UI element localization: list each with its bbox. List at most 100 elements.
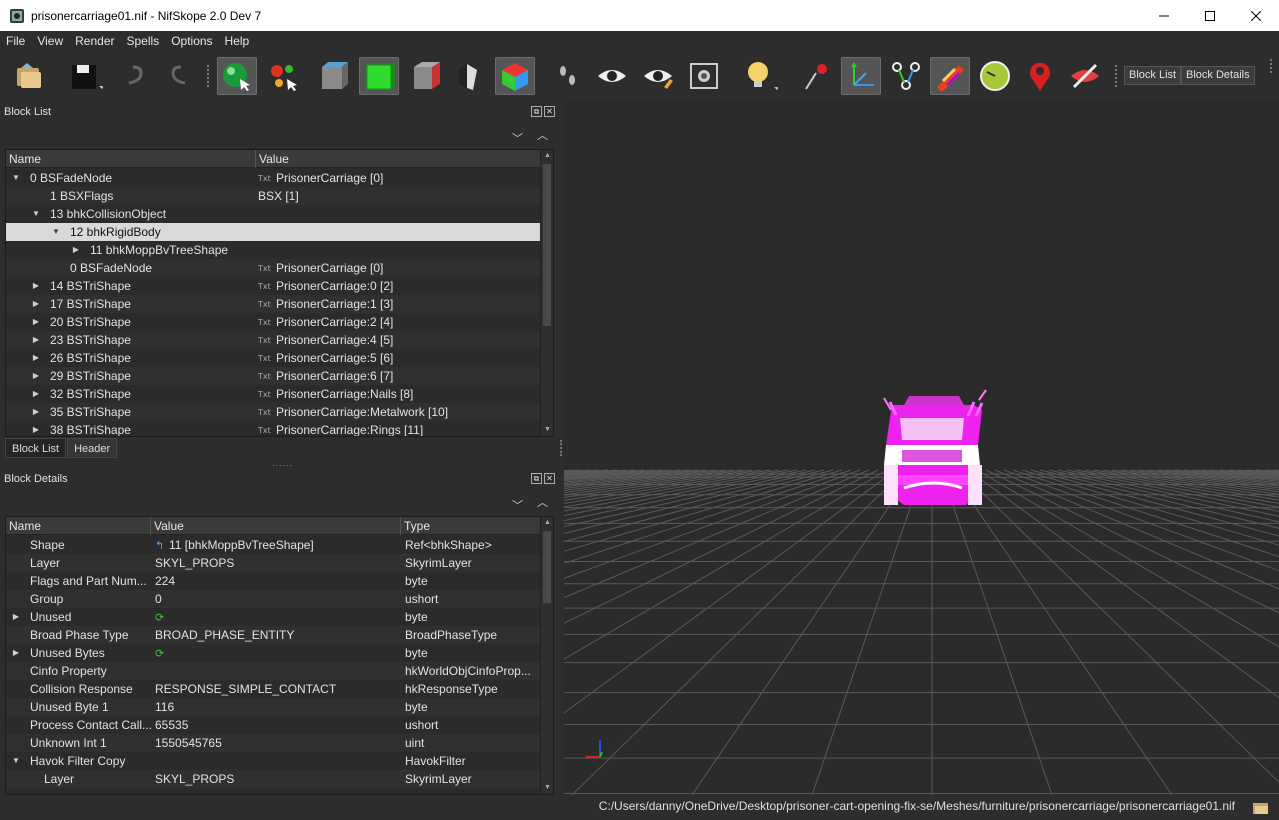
- minimize-button[interactable]: [1141, 0, 1187, 31]
- block-list-row[interactable]: ▼ 0 BSFadeNode Txt PrisonerCarriage [0]: [6, 169, 541, 187]
- menu-help[interactable]: Help: [219, 31, 256, 51]
- expand-details-icon[interactable]: ︿: [537, 494, 548, 510]
- block-list-row[interactable]: ▼ 12 bhkRigidBody: [6, 223, 541, 241]
- toolbar-overflow-handle[interactable]: [1270, 59, 1274, 73]
- show-furniture-button[interactable]: [975, 57, 1015, 95]
- column-header-type[interactable]: Type: [401, 517, 541, 535]
- show-hidden-button[interactable]: [592, 57, 632, 95]
- detail-value[interactable]: 1550545765: [155, 734, 400, 752]
- expand-arrow-right-icon[interactable]: ▶: [11, 644, 21, 662]
- expand-arrow-down-icon[interactable]: ▼: [51, 223, 61, 241]
- block-list-row[interactable]: ▶ 29 BSTriShape Txt PrisonerCarriage:6 [7]: [6, 367, 541, 385]
- block-list-tree[interactable]: Name Value ▼ 0 BSFadeNode Txt PrisonerCarri…: [5, 149, 554, 437]
- detail-row[interactable]: ▼ Havok Filter Copy HavokFilter: [6, 752, 541, 770]
- view-rgb-cube-button[interactable]: [495, 57, 535, 95]
- block-list-row[interactable]: ▶ 38 BSTriShape Txt PrisonerCarriage:Rings …: [6, 421, 541, 436]
- close-details-panel-button[interactable]: ✕: [544, 473, 555, 484]
- expand-arrow-right-icon[interactable]: ▶: [31, 313, 41, 331]
- collapse-details-icon[interactable]: ﹀: [512, 497, 523, 513]
- select-object-button[interactable]: [217, 57, 257, 95]
- block-list-row[interactable]: ▶ 26 BSTriShape Txt PrisonerCarriage:5 [6]: [6, 349, 541, 367]
- block-list-row[interactable]: ▶ 20 BSTriShape Txt PrisonerCarriage:2 [4]: [6, 313, 541, 331]
- scroll-thumb[interactable]: [543, 531, 551, 603]
- maximize-button[interactable]: [1187, 0, 1233, 31]
- lighting-button[interactable]: [740, 57, 780, 95]
- expand-all-icon[interactable]: ︿: [537, 127, 548, 143]
- expand-arrow-right-icon[interactable]: ▶: [11, 608, 21, 626]
- block-details-tree[interactable]: Name Value Type Shape ↰ 11 [bhkMoppBvTreeS…: [5, 516, 554, 795]
- detail-row[interactable]: Group 0 ushort: [6, 590, 541, 608]
- view-textured-button[interactable]: [405, 57, 445, 95]
- detail-value[interactable]: ↰ 11 [bhkMoppBvTreeShape]: [155, 536, 400, 555]
- block-list-row[interactable]: 1 BSXFlags BSX [1]: [6, 187, 541, 205]
- show-markers-pin-button[interactable]: [1020, 57, 1060, 95]
- detail-value[interactable]: 65535: [155, 716, 400, 734]
- tab-block-list[interactable]: Block List: [5, 438, 67, 458]
- block-list-row[interactable]: ▶ 32 BSTriShape Txt PrisonerCarriage:Nails …: [6, 385, 541, 403]
- expand-arrow-down-icon[interactable]: ▼: [11, 752, 21, 770]
- toolbar-handle[interactable]: [207, 65, 211, 87]
- open-file-button[interactable]: [10, 57, 50, 95]
- column-header-name[interactable]: Name: [6, 517, 151, 535]
- expand-arrow-down-icon[interactable]: ▼: [31, 205, 41, 223]
- detail-row[interactable]: Process Contact Call... 65535 ushort: [6, 716, 541, 734]
- close-button[interactable]: [1233, 0, 1279, 31]
- collapse-all-icon[interactable]: ﹀: [512, 130, 523, 146]
- footprints-button[interactable]: [548, 57, 588, 95]
- detail-row[interactable]: Broad Phase Type BROAD_PHASE_ENTITY BroadP…: [6, 626, 541, 644]
- block-list-row[interactable]: ▶ 14 BSTriShape Txt PrisonerCarriage:0 [2]: [6, 277, 541, 295]
- column-header-value[interactable]: Value: [151, 517, 401, 535]
- tab-header[interactable]: Header: [67, 438, 118, 458]
- detail-value[interactable]: RESPONSE_SIMPLE_CONTACT: [155, 680, 400, 698]
- detail-value[interactable]: ⟳: [155, 608, 400, 627]
- detail-row[interactable]: Collision Response RESPONSE_SIMPLE_CONTAC…: [6, 680, 541, 698]
- expand-arrow-right-icon[interactable]: ▶: [31, 349, 41, 367]
- undo-button[interactable]: [116, 57, 156, 95]
- detail-value[interactable]: SKYL_PROPS: [155, 554, 400, 572]
- expand-arrow-right-icon[interactable]: ▶: [31, 403, 41, 421]
- select-vertex-button[interactable]: [264, 57, 304, 95]
- screenshot-button[interactable]: [684, 57, 724, 95]
- expand-arrow-right-icon[interactable]: ▶: [31, 277, 41, 295]
- detail-row[interactable]: ▶ Unused Bytes ⟳ byte: [6, 644, 541, 662]
- block-details-toggle-button[interactable]: Block Details: [1181, 66, 1255, 85]
- scroll-down-arrow-icon[interactable]: ▼: [541, 424, 553, 436]
- expand-arrow-right-icon[interactable]: ▶: [31, 421, 41, 436]
- menu-view[interactable]: View: [31, 31, 69, 51]
- menu-spells[interactable]: Spells: [121, 31, 166, 51]
- menu-file[interactable]: File: [0, 31, 31, 51]
- menu-options[interactable]: Options: [165, 31, 218, 51]
- expand-arrow-right-icon[interactable]: ▶: [31, 385, 41, 403]
- detail-row[interactable]: Flags and Part Num... 224 byte: [6, 572, 541, 590]
- show-constraints-button[interactable]: [886, 57, 926, 95]
- block-list-row[interactable]: ▶ 11 bhkMoppBvTreeShape: [6, 241, 541, 259]
- view-wireframe-button[interactable]: [313, 57, 353, 95]
- view-solid-button[interactable]: [359, 57, 399, 95]
- expand-arrow-right-icon[interactable]: ▶: [71, 241, 81, 259]
- detail-value[interactable]: 224: [155, 572, 400, 590]
- redo-button[interactable]: [158, 57, 198, 95]
- show-nodes-button[interactable]: [841, 57, 881, 95]
- expand-arrow-down-icon[interactable]: ▼: [11, 169, 21, 187]
- column-header-value[interactable]: Value: [256, 150, 541, 168]
- view-vertex-colors-button[interactable]: [450, 57, 490, 95]
- detail-row[interactable]: Cinfo Property hkWorldObjCinfoProp...: [6, 662, 541, 680]
- show-axes-button[interactable]: [797, 57, 837, 95]
- show-collision-button[interactable]: [930, 57, 970, 95]
- block-list-row[interactable]: 0 BSFadeNode Txt PrisonerCarriage [0]: [6, 259, 541, 277]
- detail-value[interactable]: 0: [155, 590, 400, 608]
- detail-row[interactable]: Shape ↰ 11 [bhkMoppBvTreeShape] Ref<bhkShap…: [6, 536, 541, 554]
- toolbar-handle-2[interactable]: [1115, 65, 1119, 87]
- detail-value[interactable]: SKYL_PROPS: [155, 770, 400, 788]
- folder-icon[interactable]: [1253, 801, 1269, 815]
- block-list-toggle-button[interactable]: Block List: [1124, 66, 1182, 85]
- detail-value[interactable]: BROAD_PHASE_ENTITY: [155, 626, 400, 644]
- close-panel-button[interactable]: ✕: [544, 106, 555, 117]
- detail-row[interactable]: ▶ Unused ⟳ byte: [6, 608, 541, 626]
- hide-items-button[interactable]: [1065, 57, 1105, 95]
- block-list-row[interactable]: ▶ 35 BSTriShape Txt PrisonerCarriage:Metalw…: [6, 403, 541, 421]
- detail-row[interactable]: Layer SKYL_PROPS SkyrimLayer: [6, 770, 541, 788]
- column-header-name[interactable]: Name: [6, 150, 256, 168]
- block-list-row[interactable]: ▶ 23 BSTriShape Txt PrisonerCarriage:4 [5]: [6, 331, 541, 349]
- show-markers-button[interactable]: [638, 57, 678, 95]
